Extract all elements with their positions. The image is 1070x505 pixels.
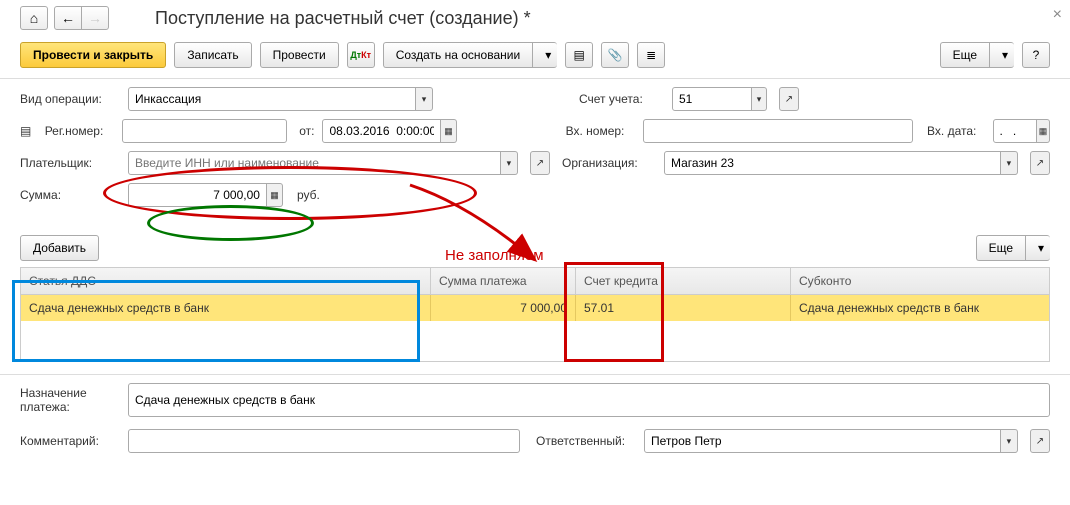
calculator-icon[interactable]: ▦: [267, 183, 283, 207]
in-num-input[interactable]: [643, 119, 913, 143]
td-credit[interactable]: 57.01: [576, 295, 791, 321]
page-title: Поступление на расчетный счет (создание)…: [155, 8, 531, 29]
chevron-down-icon[interactable]: ▾: [501, 151, 518, 175]
org-label: Организация:: [562, 156, 656, 170]
responsible-label: Ответственный:: [536, 434, 636, 448]
save-button[interactable]: Записать: [174, 42, 251, 68]
list-icon[interactable]: ≣: [637, 42, 665, 68]
chevron-down-icon[interactable]: ▾: [989, 42, 1014, 68]
post-button[interactable]: Провести: [260, 42, 339, 68]
reg-num-label: Рег.номер:: [45, 124, 115, 138]
sum-currency: руб.: [297, 188, 320, 202]
payer-label: Плательщик:: [20, 156, 120, 170]
sum-input[interactable]: [128, 183, 267, 207]
op-type-label: Вид операции:: [20, 92, 120, 106]
purpose-input[interactable]: [128, 383, 1050, 417]
back-button[interactable]: ←: [54, 6, 82, 30]
table-more-button[interactable]: Еще ▾: [976, 235, 1050, 261]
chevron-down-icon[interactable]: ▾: [532, 42, 557, 68]
home-button[interactable]: ⌂: [20, 6, 48, 30]
chevron-down-icon[interactable]: ▾: [1001, 429, 1018, 453]
create-based-button[interactable]: Создать на основании ▾: [383, 42, 558, 68]
chevron-down-icon[interactable]: ▾: [752, 87, 767, 111]
calendar-icon[interactable]: ▦: [1037, 119, 1050, 143]
help-button[interactable]: ?: [1022, 42, 1050, 68]
annotation-arrow: [400, 175, 550, 270]
table-empty-row: [21, 321, 1049, 361]
chevron-down-icon[interactable]: ▾: [1025, 235, 1050, 261]
sum-label: Сумма:: [20, 188, 120, 202]
td-article[interactable]: Сдача денежных средств в банк: [21, 295, 431, 321]
post-and-close-button[interactable]: Провести и закрыть: [20, 42, 166, 68]
table-row[interactable]: Сдача денежных средств в банк 7 000,00 5…: [21, 295, 1049, 321]
account-input[interactable]: [672, 87, 752, 111]
purpose-label: Назначение платежа:: [20, 386, 120, 414]
op-type-input[interactable]: [128, 87, 416, 111]
more-button[interactable]: Еще ▾: [940, 42, 1014, 68]
open-icon[interactable]: ↗: [779, 87, 799, 111]
dt-kt-icon[interactable]: ДтКт: [347, 42, 375, 68]
comment-input[interactable]: [128, 429, 520, 453]
td-sum[interactable]: 7 000,00: [431, 295, 576, 321]
th-sum[interactable]: Сумма платежа: [431, 268, 576, 294]
chevron-down-icon[interactable]: ▾: [1001, 151, 1018, 175]
reg-num-input[interactable]: [122, 119, 287, 143]
close-icon[interactable]: ×: [1053, 6, 1062, 24]
calendar-icon[interactable]: ▦: [441, 119, 457, 143]
add-button[interactable]: Добавить: [20, 235, 99, 261]
open-icon[interactable]: ↗: [530, 151, 550, 175]
doc-icon: ▤: [20, 124, 37, 138]
data-table: Статья ДДС Сумма платежа Счет кредита Су…: [20, 267, 1050, 362]
payer-input[interactable]: [128, 151, 501, 175]
td-subkonto[interactable]: Сдача денежных средств в банк: [791, 295, 1049, 321]
forward-button[interactable]: →: [81, 6, 109, 30]
in-num-label: Вх. номер:: [566, 124, 636, 138]
account-label: Счет учета:: [579, 92, 664, 106]
date-from-label: от:: [299, 124, 314, 138]
open-icon[interactable]: ↗: [1030, 429, 1050, 453]
chevron-down-icon[interactable]: ▾: [416, 87, 433, 111]
in-date-input[interactable]: [993, 119, 1038, 143]
responsible-input[interactable]: [644, 429, 1001, 453]
comment-label: Комментарий:: [20, 434, 120, 448]
open-icon[interactable]: ↗: [1030, 151, 1050, 175]
th-credit[interactable]: Счет кредита: [576, 268, 791, 294]
in-date-label: Вх. дата:: [927, 124, 984, 138]
date-input[interactable]: [322, 119, 441, 143]
clip-icon[interactable]: 📎: [601, 42, 629, 68]
th-subkonto[interactable]: Субконто: [791, 268, 1049, 294]
th-article[interactable]: Статья ДДС: [21, 268, 431, 294]
table-header: Статья ДДС Сумма платежа Счет кредита Су…: [21, 268, 1049, 295]
org-input[interactable]: [664, 151, 1001, 175]
attach-doc-icon[interactable]: ▤: [565, 42, 593, 68]
